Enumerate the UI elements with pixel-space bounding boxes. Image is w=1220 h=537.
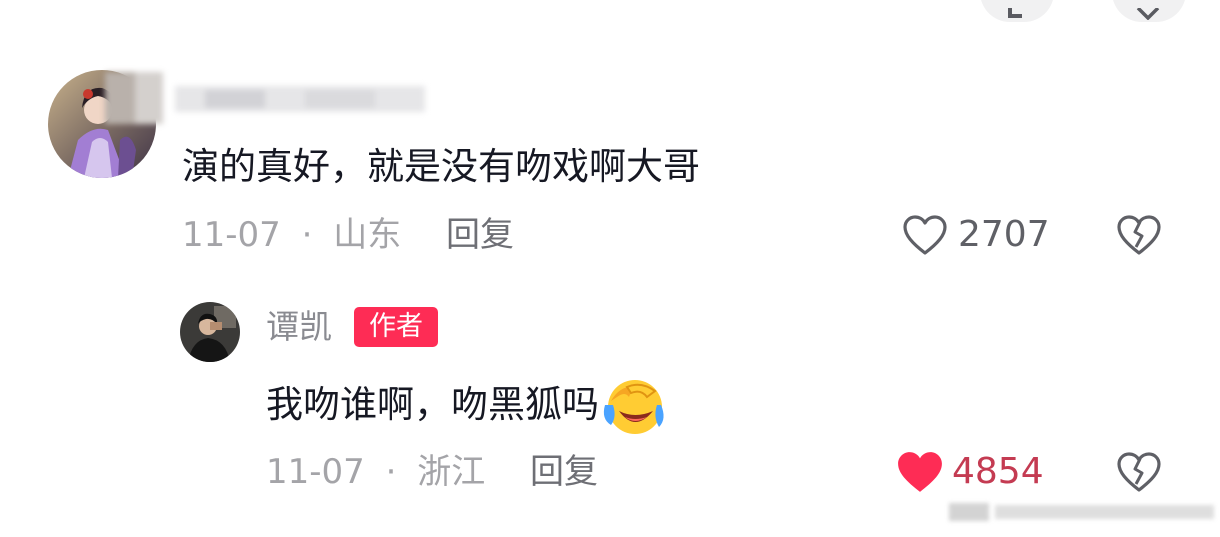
comment-dislike-button[interactable] xyxy=(1116,214,1162,260)
author-avatar[interactable] xyxy=(180,302,240,362)
reply-dislike-button[interactable] xyxy=(1116,451,1162,497)
comment-text: 演的真好，就是没有吻戏啊大哥 xyxy=(182,145,700,188)
broken-heart-icon xyxy=(1117,215,1161,255)
share-icon xyxy=(1008,8,1022,18)
share-button[interactable] xyxy=(980,0,1054,22)
meta-separator: · xyxy=(385,452,397,492)
reply-location: 浙江 xyxy=(417,452,486,492)
comment-location: 山东 xyxy=(333,215,402,255)
heart-outline-icon xyxy=(903,215,947,255)
comment-reply-button[interactable]: 回复 xyxy=(446,213,514,257)
comment-meta: 11-07 · 山东 xyxy=(182,213,401,257)
reply-reply-button[interactable]: 回复 xyxy=(530,450,598,494)
watermark xyxy=(949,501,1214,523)
reply-like-count: 4854 xyxy=(952,451,1044,492)
close-button[interactable] xyxy=(1112,0,1186,22)
reply-like-button[interactable] xyxy=(896,450,944,498)
heart-filled-icon xyxy=(898,452,942,492)
reply-date: 11-07 xyxy=(266,452,365,492)
close-icon xyxy=(1136,8,1160,20)
reply-text-content: 我吻谁啊，吻黑狐吗 xyxy=(266,383,599,426)
commenter-username-redacted xyxy=(105,72,425,128)
broken-heart-icon xyxy=(1117,452,1161,492)
comment-like-count: 2707 xyxy=(958,214,1050,255)
author-username[interactable]: 谭凯 xyxy=(266,305,332,349)
reply-meta: 11-07 · 浙江 xyxy=(266,450,485,494)
comment-like-button[interactable] xyxy=(902,214,948,260)
author-badge: 作者 xyxy=(354,307,438,347)
meta-separator: · xyxy=(301,215,313,255)
comment-date: 11-07 xyxy=(182,215,281,255)
crying-laughing-emoji-icon xyxy=(603,380,664,434)
reply-text: 我吻谁啊，吻黑狐吗 xyxy=(266,375,669,435)
